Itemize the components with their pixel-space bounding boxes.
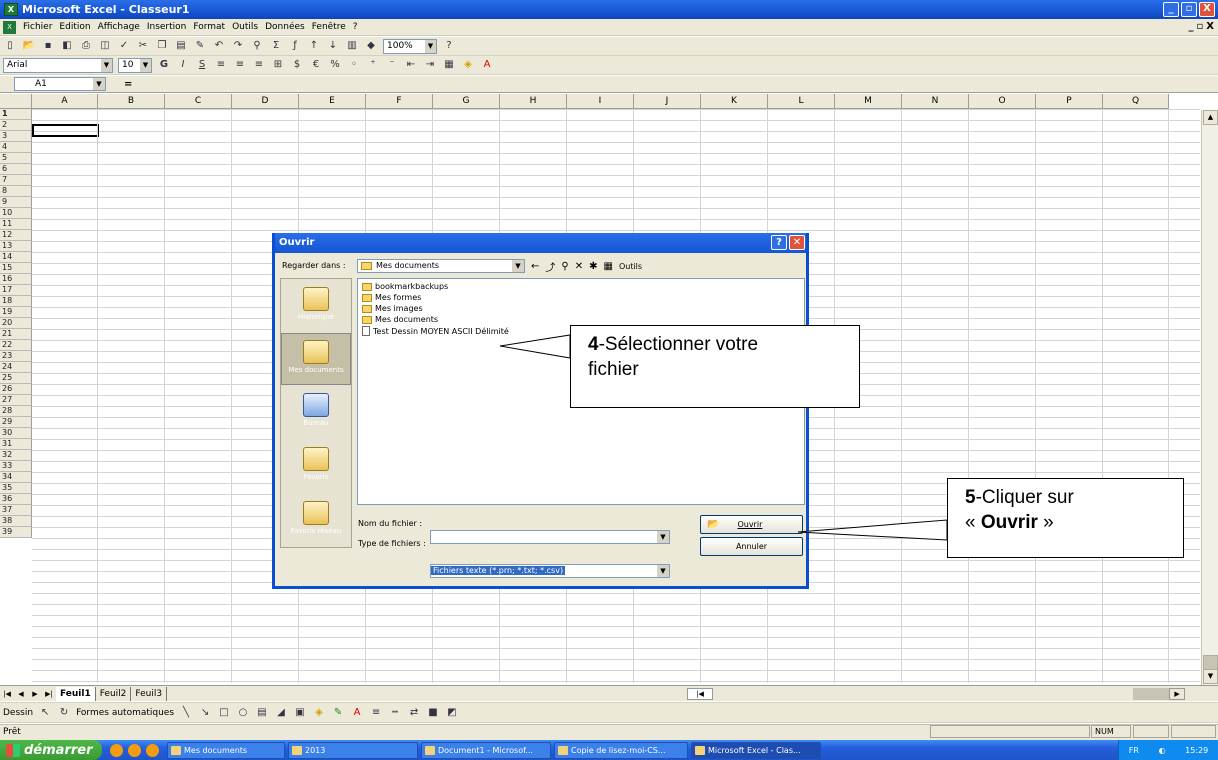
callout-5-quote-open: « xyxy=(965,512,981,533)
callout-step-4: 4-Sélectionner votre fichier xyxy=(570,325,860,408)
callout-4-text: -Sélectionner votre xyxy=(598,334,759,355)
callout-5-quote-close: » xyxy=(1037,512,1054,533)
callout-5-pointer xyxy=(797,519,948,541)
callout-4-pointer xyxy=(499,334,571,359)
callout-5-bold: Ouvrir xyxy=(980,512,1038,533)
callout-4-line2: fichier xyxy=(588,359,639,380)
callout-4-number: 4 xyxy=(588,334,599,355)
callout-step-5: 5-Cliquer sur « Ouvrir » xyxy=(947,478,1184,558)
callout-5-text: -Cliquer sur xyxy=(975,487,1074,508)
callout-5-number: 5 xyxy=(965,487,976,508)
